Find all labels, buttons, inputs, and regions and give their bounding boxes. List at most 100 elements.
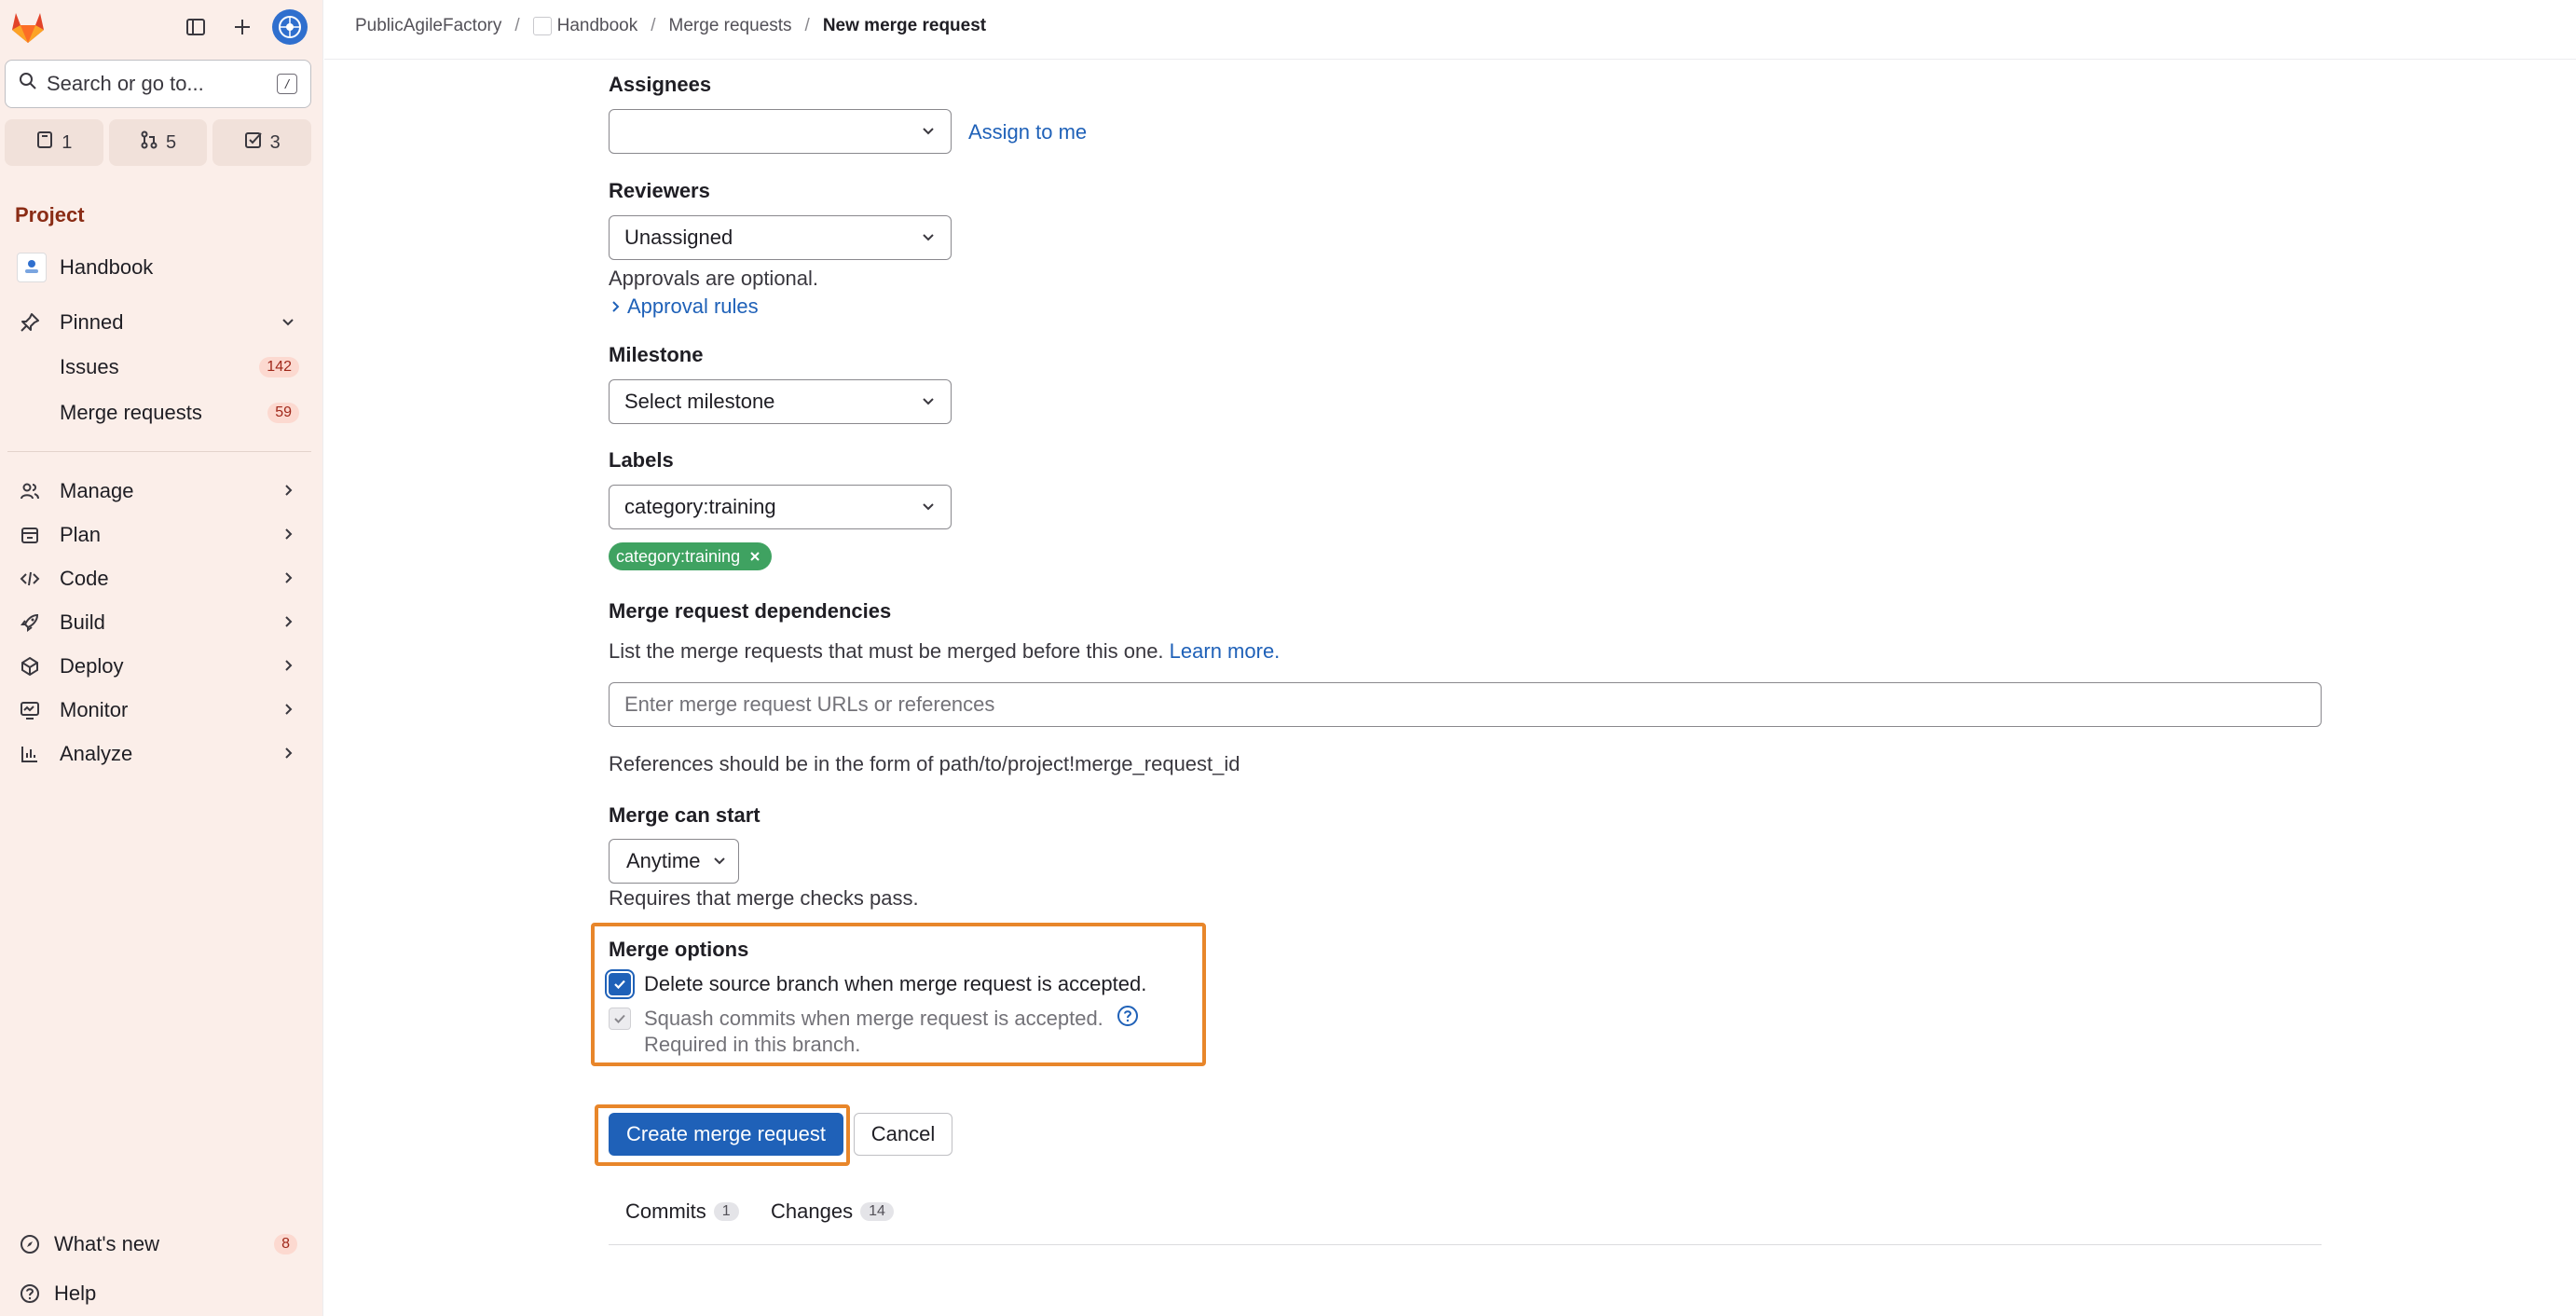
tab-label: Commits bbox=[625, 1199, 706, 1223]
milestone-value: Select milestone bbox=[624, 390, 775, 413]
todo-icon bbox=[244, 130, 263, 155]
approval-rules-toggle[interactable]: Approval rules bbox=[609, 295, 759, 319]
sidebar-item-whats-new[interactable]: What's new 8 bbox=[0, 1224, 323, 1265]
breadcrumb-project-label: Handbook bbox=[556, 16, 638, 35]
project-icon bbox=[532, 16, 552, 35]
sidebar-item-merge-requests[interactable]: Merge requests 59 bbox=[0, 392, 323, 433]
breadcrumb-separator: / bbox=[804, 16, 810, 35]
create-new-plus-icon[interactable] bbox=[227, 12, 257, 42]
sidebar-item-monitor[interactable]: Monitor bbox=[0, 690, 323, 731]
merge-start-dropdown[interactable]: Anytime bbox=[609, 839, 739, 884]
sidebar-item-label: Merge requests bbox=[60, 401, 202, 424]
dependencies-help-text: List the merge requests that must be mer… bbox=[609, 639, 1280, 664]
question-circle-icon[interactable] bbox=[1117, 1005, 1139, 1033]
chevron-right-icon bbox=[281, 479, 295, 503]
learn-more-link[interactable]: Learn more. bbox=[1170, 639, 1281, 663]
gitlab-logo-icon[interactable] bbox=[9, 9, 47, 45]
sidebar-item-label: Analyze bbox=[60, 742, 133, 765]
tab-count: 14 bbox=[860, 1202, 894, 1221]
breadcrumb-item-project[interactable]: Handbook bbox=[532, 16, 638, 36]
code-icon bbox=[19, 568, 41, 590]
tab-changes[interactable]: Changes 14 bbox=[771, 1199, 894, 1224]
breadcrumb-separator: / bbox=[651, 16, 656, 35]
pin-icon bbox=[19, 311, 41, 334]
assign-to-me-link[interactable]: Assign to me bbox=[968, 120, 1087, 144]
chevron-down-icon bbox=[281, 310, 295, 335]
rocket-icon bbox=[19, 611, 41, 634]
assigned-issues-count: 1 bbox=[62, 131, 73, 153]
create-merge-request-button[interactable]: Create merge request bbox=[609, 1113, 843, 1156]
sidebar-item-help[interactable]: Help bbox=[0, 1273, 323, 1314]
tab-count: 1 bbox=[713, 1202, 739, 1221]
sidebar-item-plan[interactable]: Plan bbox=[0, 514, 323, 555]
sidebar-item-build[interactable]: Build bbox=[0, 602, 323, 643]
sidebar-item-label: Handbook bbox=[60, 255, 154, 279]
chevron-down-icon bbox=[919, 497, 938, 515]
users-icon bbox=[19, 480, 41, 502]
sidebar-item-label: Plan bbox=[60, 523, 102, 546]
labels-dropdown[interactable]: category:training bbox=[609, 485, 952, 529]
todos-count: 3 bbox=[269, 131, 281, 153]
cancel-button[interactable]: Cancel bbox=[854, 1113, 952, 1156]
sidebar-item-deploy[interactable]: Deploy bbox=[0, 646, 323, 687]
issues-icon bbox=[35, 130, 54, 155]
sidebar-item-project[interactable]: Handbook bbox=[0, 247, 323, 288]
top-bar: PublicAgileFactory / Handbook / Merge re… bbox=[324, 0, 2576, 60]
chevron-right-icon bbox=[281, 698, 295, 722]
deploy-icon bbox=[19, 655, 41, 678]
breadcrumb-item-merge-requests[interactable]: Merge requests bbox=[669, 16, 792, 36]
assignees-label: Assignees bbox=[609, 73, 712, 96]
breadcrumb-item-group[interactable]: PublicAgileFactory bbox=[355, 16, 501, 36]
new-merge-request-form: Assignees Assign to me Reviewers Unassig… bbox=[324, 60, 2576, 1316]
reviewers-label: Reviewers bbox=[609, 179, 710, 202]
assignees-dropdown[interactable] bbox=[609, 109, 952, 154]
user-avatar[interactable] bbox=[272, 9, 308, 45]
sidebar-item-pinned[interactable]: Pinned bbox=[0, 302, 323, 343]
sidebar-item-label: Issues bbox=[60, 355, 119, 378]
merge-requests-count-button[interactable]: 5 bbox=[108, 119, 208, 166]
sidebar-item-label: Deploy bbox=[60, 654, 124, 678]
label-pill-text: category:training bbox=[616, 546, 741, 566]
tabs-divider bbox=[609, 1244, 2322, 1245]
sidebar-section-heading: Project bbox=[15, 203, 85, 226]
milestone-dropdown[interactable]: Select milestone bbox=[609, 379, 952, 424]
toggle-sidebar-icon[interactable] bbox=[181, 12, 211, 42]
sidebar-item-label: Code bbox=[60, 567, 109, 590]
reviewers-dropdown[interactable]: Unassigned bbox=[609, 215, 952, 260]
tab-commits[interactable]: Commits 1 bbox=[625, 1199, 739, 1224]
sidebar-item-manage[interactable]: Manage bbox=[0, 471, 323, 512]
help-icon bbox=[19, 1282, 41, 1305]
sidebar-item-issues[interactable]: Issues 142 bbox=[0, 347, 323, 388]
merge-start-value: Anytime bbox=[626, 849, 701, 872]
remove-label-icon[interactable] bbox=[749, 547, 760, 567]
chevron-down-icon bbox=[919, 391, 938, 410]
todos-count-button[interactable]: 3 bbox=[212, 119, 312, 166]
delete-source-branch-label: Delete source branch when merge request … bbox=[644, 972, 1147, 995]
squash-required-note: Required in this branch. bbox=[644, 1033, 861, 1056]
compass-icon bbox=[19, 1233, 41, 1255]
sidebar-item-analyze[interactable]: Analyze bbox=[0, 733, 323, 775]
sidebar-item-code[interactable]: Code bbox=[0, 558, 323, 599]
labels-label: Labels bbox=[609, 448, 674, 472]
monitor-icon bbox=[19, 699, 41, 721]
dependencies-help: List the merge requests that must be mer… bbox=[609, 639, 1164, 663]
labels-value: category:training bbox=[624, 495, 776, 518]
delete-source-branch-checkbox[interactable] bbox=[609, 973, 631, 995]
user-counts: 1 5 3 bbox=[5, 119, 312, 166]
label-pill: category:training bbox=[609, 542, 773, 570]
delete-source-branch-option[interactable]: Delete source branch when merge request … bbox=[609, 972, 1146, 996]
chart-icon bbox=[19, 743, 41, 765]
merge-options-label: Merge options bbox=[609, 938, 749, 961]
chevron-down-icon bbox=[919, 227, 938, 246]
dependencies-placeholder: Enter merge request URLs or references bbox=[624, 692, 995, 716]
sidebar-item-label: Monitor bbox=[60, 698, 129, 721]
breadcrumb-separator: / bbox=[514, 16, 520, 35]
sidebar-item-label: Manage bbox=[60, 479, 134, 502]
assigned-issues-button[interactable]: 1 bbox=[5, 119, 103, 166]
dependencies-input[interactable]: Enter merge request URLs or references bbox=[609, 682, 2322, 727]
keyboard-shortcut-badge: / bbox=[277, 74, 297, 94]
breadcrumb-current: New merge request bbox=[822, 16, 987, 35]
sidebar-top-bar bbox=[0, 0, 323, 54]
search-input[interactable]: Search or go to... / bbox=[5, 60, 311, 108]
sidebar-item-label: Build bbox=[60, 610, 105, 634]
